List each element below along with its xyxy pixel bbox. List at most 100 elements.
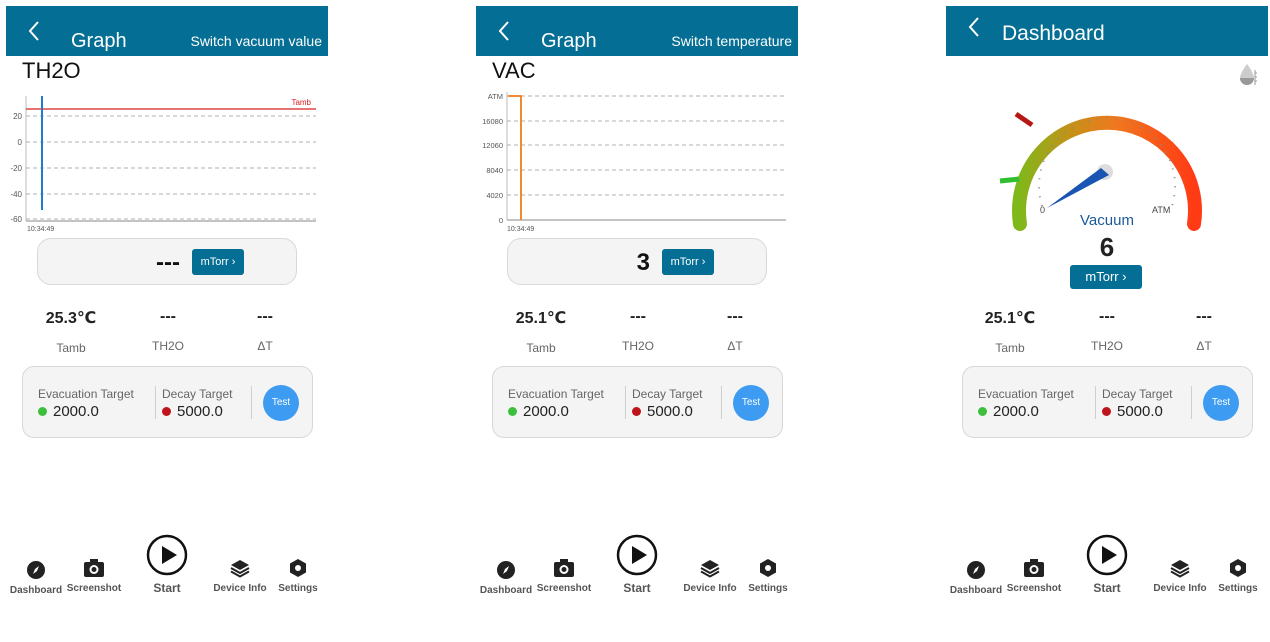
y-tick: 0	[18, 138, 23, 147]
bottom-nav: Dashboard Screenshot Start Device Info S…	[946, 530, 1268, 610]
nav-screenshot[interactable]: Screenshot	[64, 558, 124, 594]
header-bar: Graph Switch vacuum value	[6, 6, 328, 56]
y-tick: -40	[10, 190, 22, 199]
nav-screenshot[interactable]: Screenshot	[1004, 558, 1064, 594]
vac-series-line	[508, 95, 522, 220]
reading-value: ---	[1099, 308, 1115, 325]
nav-label: Start	[153, 581, 181, 595]
divider	[721, 386, 722, 419]
evacuation-status-dot	[978, 407, 987, 416]
gauge-title: Vacuum	[1080, 212, 1134, 229]
grid-lines	[26, 115, 316, 220]
vacuum-gauge: 0 ATM Vacuum 6 mTorr ›	[946, 56, 1268, 296]
decay-target-value: 5000.0	[647, 403, 693, 420]
th2o-chart: 20 0 -20 -40 -60 Tamb 10:34:49	[10, 96, 316, 233]
unit-mtorr-button[interactable]: mTorr ›	[192, 249, 244, 275]
readings-row: 25.1℃ Tamb --- TH2O --- ΔT	[476, 308, 798, 358]
layers-icon	[230, 560, 250, 578]
nav-label: Start	[623, 581, 651, 595]
compass-icon	[497, 561, 515, 579]
y-tick: 8040	[486, 166, 503, 175]
gear-icon	[1230, 559, 1246, 577]
y-tick: 12060	[482, 141, 503, 150]
gauge-marker-red	[1014, 111, 1034, 128]
vac-chart: ATM 16080 12060 8040 4020 0 10:34:49	[482, 92, 786, 233]
reading-tamb: 25.1℃ Tamb	[493, 308, 589, 355]
reading-label: TH2O	[621, 339, 654, 353]
switch-vacuum-button[interactable]: Switch vacuum value	[190, 33, 322, 49]
nav-dashboard[interactable]: Dashboard	[946, 560, 1006, 596]
test-button[interactable]: Test	[263, 385, 299, 421]
decay-target-label: Decay Target	[632, 387, 703, 401]
back-arrow-icon[interactable]	[964, 14, 984, 40]
y-tick: 0	[499, 216, 503, 225]
reading-value: 25.3℃	[45, 310, 97, 327]
nav-device-info[interactable]: Device Info	[680, 558, 740, 594]
nav-label: Screenshot	[66, 583, 122, 594]
reading-delta-t: --- ΔT	[687, 308, 783, 353]
compass-icon	[27, 561, 45, 579]
y-axis-ticks: ATM 16080 12060 8040 4020 0	[482, 92, 503, 225]
evacuation-target-label: Evacuation Target	[978, 387, 1074, 401]
test-button[interactable]: Test	[1203, 385, 1239, 421]
bottom-nav: Dashboard Screenshot Start Device Info S…	[6, 530, 328, 610]
decay-status-dot	[162, 407, 171, 416]
vacuum-readout-card: 3 mTorr ›	[507, 238, 767, 285]
nav-device-info[interactable]: Device Info	[1150, 558, 1210, 594]
x-tick: 10:34:49	[27, 226, 54, 233]
vacuum-readout-card: --- mTorr ›	[37, 238, 297, 285]
unit-mtorr-button[interactable]: mTorr ›	[1070, 265, 1142, 289]
y-tick: -60	[10, 215, 22, 224]
targets-card: Evacuation Target 2000.0 Decay Target 50…	[962, 366, 1253, 438]
nav-label: Device Info	[683, 583, 737, 594]
test-button[interactable]: Test	[733, 385, 769, 421]
nav-settings[interactable]: Settings	[272, 558, 324, 594]
unit-mtorr-button[interactable]: mTorr ›	[662, 249, 714, 275]
page-title: Graph	[71, 30, 127, 52]
divider	[155, 386, 156, 419]
compass-icon	[967, 561, 985, 579]
page-title: Dashboard	[1002, 22, 1105, 45]
reading-label: TH2O	[1090, 339, 1123, 353]
nav-start[interactable]: Start	[1082, 534, 1132, 595]
screen-dashboard: Dashboard 0 ATM Vacuum 6 mTorr › 25.1℃ T…	[946, 0, 1268, 642]
reading-th2o: --- TH2O	[590, 308, 686, 353]
decay-target-label: Decay Target	[162, 387, 233, 401]
nav-label: Settings	[1218, 583, 1258, 594]
nav-label: Screenshot	[1006, 583, 1062, 594]
nav-dashboard[interactable]: Dashboard	[6, 560, 66, 596]
screen-graph-th2o: Graph Switch vacuum value TH2O 20 0 -20 …	[6, 0, 328, 642]
back-arrow-icon[interactable]	[494, 18, 514, 44]
page-title: Graph	[541, 30, 597, 52]
readings-row: 25.3℃ Tamb --- TH2O --- ΔT	[6, 308, 328, 358]
nav-label: Device Info	[1153, 583, 1207, 594]
nav-settings[interactable]: Settings	[1212, 558, 1264, 594]
play-icon	[146, 534, 188, 576]
evacuation-status-dot	[38, 407, 47, 416]
switch-temperature-button[interactable]: Switch temperature	[671, 33, 792, 49]
back-arrow-icon[interactable]	[24, 18, 44, 44]
targets-card: Evacuation Target 2000.0 Decay Target 50…	[492, 366, 783, 438]
reading-delta-t: --- ΔT	[1156, 308, 1252, 353]
header-bar: Graph Switch temperature	[476, 6, 798, 56]
nav-start[interactable]: Start	[142, 534, 192, 595]
nav-label: Start	[1093, 581, 1121, 595]
nav-screenshot[interactable]: Screenshot	[534, 558, 594, 594]
nav-device-info[interactable]: Device Info	[210, 558, 270, 594]
nav-settings[interactable]: Settings	[742, 558, 794, 594]
tamb-reference-label: Tamb	[291, 98, 311, 107]
graph-label: TH2O	[22, 58, 81, 83]
nav-label: Dashboard	[9, 585, 63, 596]
decay-status-dot	[1102, 407, 1111, 416]
nav-label: Dashboard	[479, 585, 533, 596]
graph-label: VAC	[492, 58, 536, 83]
nav-start[interactable]: Start	[612, 534, 662, 595]
reading-th2o: --- TH2O	[120, 308, 216, 353]
nav-dashboard[interactable]: Dashboard	[476, 560, 536, 596]
gear-icon	[760, 559, 776, 577]
reading-value: ---	[630, 308, 646, 325]
camera-icon	[84, 559, 104, 577]
decay-status-dot	[632, 407, 641, 416]
reading-label: Tamb	[56, 341, 86, 355]
reading-value: ---	[257, 308, 273, 325]
